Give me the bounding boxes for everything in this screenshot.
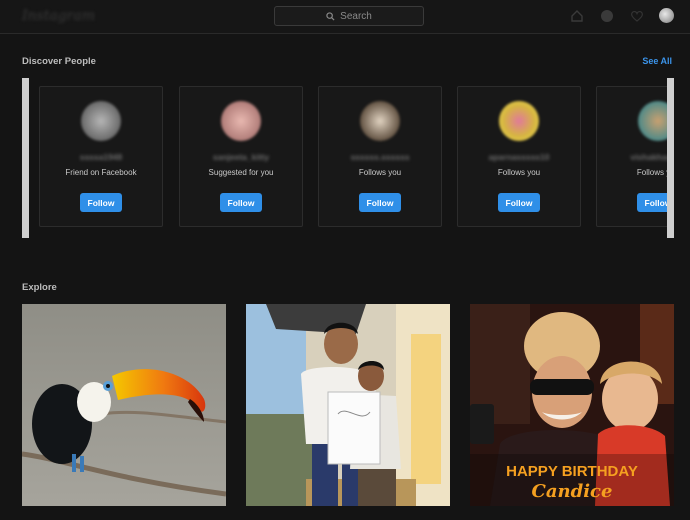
carousel-left-edge (22, 78, 29, 238)
follow-button[interactable]: Follow (498, 193, 540, 212)
instagram-logo[interactable]: Instagram (22, 8, 95, 24)
explore-post-birthday[interactable]: HAPPY BIRTHDAY Candice (470, 304, 674, 506)
suggestion-card: aparnasssss10 Follows you Follow (457, 86, 581, 227)
explore-grid: HAPPY BIRTHDAY Candice (22, 304, 674, 508)
suggestion-reason: Friend on Facebook (65, 168, 137, 177)
suggestion-reason: Follows you (497, 168, 541, 177)
suggestion-avatar[interactable] (221, 101, 261, 141)
explore-post-man-and-boy[interactable] (246, 304, 450, 506)
explore-post-toucan[interactable] (22, 304, 226, 506)
carousel-right-edge (667, 78, 674, 238)
home-icon[interactable] (568, 7, 585, 24)
see-all-link[interactable]: See All (642, 56, 672, 66)
explore-compass-icon[interactable] (598, 7, 615, 24)
suggestion-reason: Suggested for you (208, 168, 274, 177)
follow-button[interactable]: Follow (359, 193, 401, 212)
birthday-selfie-image: HAPPY BIRTHDAY Candice (470, 304, 674, 506)
search-input[interactable]: Search (274, 6, 424, 26)
search-placeholder: Search (340, 10, 372, 22)
top-navigation-bar: Instagram Search (0, 0, 690, 34)
follow-button[interactable]: Follow (80, 193, 122, 212)
discover-people-title: Discover People (22, 56, 96, 67)
follow-button[interactable]: Follow (220, 193, 262, 212)
search-icon (326, 11, 335, 21)
toucan-image (22, 304, 226, 506)
suggestion-avatar[interactable] (499, 101, 539, 141)
birthday-caption-line1: HAPPY BIRTHDAY (506, 463, 638, 480)
suggestion-card: vishakhassss Follows you Follow (596, 86, 674, 227)
suggestion-card: ssssa1948 Friend on Facebook Follow (39, 86, 163, 227)
suggestion-card: sanjeeta_kitty Suggested for you Follow (179, 86, 303, 227)
profile-avatar[interactable] (658, 7, 675, 24)
birthday-caption-line2: Candice (532, 481, 613, 502)
suggestion-username[interactable]: ssssa1948 (80, 152, 123, 162)
suggestion-username[interactable]: sanjeeta_kitty (213, 152, 269, 162)
suggestion-card: ssssss.ssssss Follows you Follow (318, 86, 442, 227)
suggestion-username[interactable]: aparnasssss10 (489, 152, 550, 162)
man-and-boy-image (246, 304, 450, 506)
suggestion-username[interactable]: ssssss.ssssss (350, 152, 409, 162)
heart-icon[interactable] (628, 7, 645, 24)
suggestion-reason: Follows you (358, 168, 402, 177)
suggestion-avatar[interactable] (360, 101, 400, 141)
suggestion-avatar[interactable] (81, 101, 121, 141)
explore-title: Explore (22, 282, 57, 293)
nav-icons (568, 7, 675, 24)
discover-people-carousel: ssssa1948 Friend on Facebook Follow sanj… (22, 78, 674, 238)
